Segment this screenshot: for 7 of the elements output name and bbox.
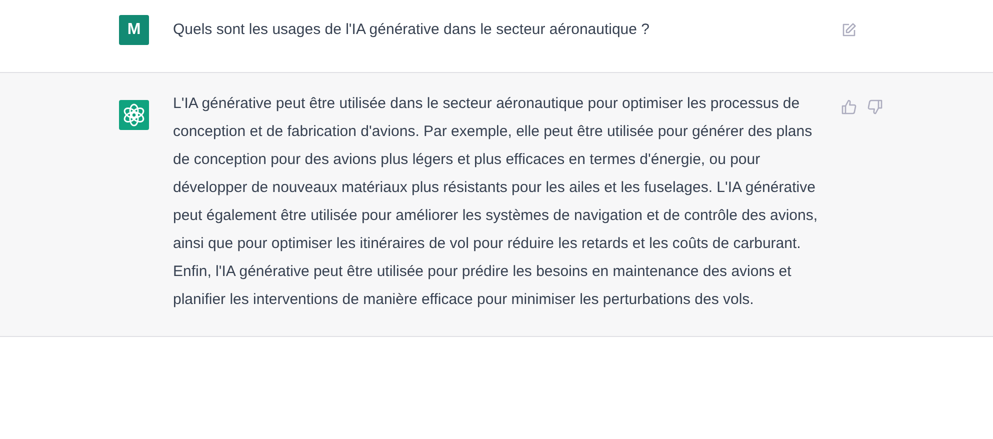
user-avatar: M: [119, 15, 149, 45]
thumbs-up-icon[interactable]: [841, 99, 857, 115]
assistant-avatar: [119, 100, 149, 130]
question-text: Quels sont les usages de l'IA générative dans le secteur aéronautique ?: [173, 20, 651, 40]
thumbs-down-icon[interactable]: [867, 99, 883, 115]
edit-icon[interactable]: [841, 22, 857, 38]
answer-text: L'IA générative peut être utilisée dans le secteur aéronautique pour optimiser les processus de conception et de fabrication d'avions. Par exemple, elle peut être utilisée pour générer des plans de conception pour des avions plus légers et plus efficaces en termes d'énergie, ou pour développer de nouveaux matériaux plus résistants pour les ailes et les fuselages. L'IA générative peut également être utilisée pour améliorer les systèmes de navigation et de contrôle des avions, ainsi que pour optimiser les itinéraires de vol pour réduire les retards et les coûts de carburant. Enfin, l'IA générative peut être utilisée pour prédire les besoins en maintenance des avions et planifier les interventions de manière efficace pour minimiser les perturbations des vols.: [173, 94, 819, 310]
